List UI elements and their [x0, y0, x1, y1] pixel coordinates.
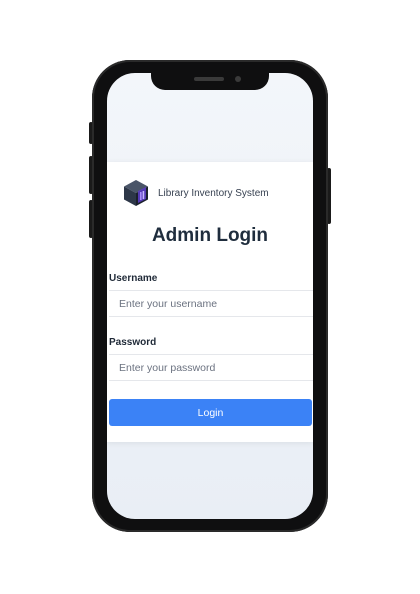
username-input[interactable]: [109, 290, 313, 317]
password-input[interactable]: [109, 354, 313, 381]
app-name: Library Inventory System: [158, 187, 269, 199]
phone-screen: Library Inventory System Admin Login Use…: [107, 73, 313, 519]
password-label: Password: [109, 337, 157, 348]
cube-logo-icon: [124, 180, 148, 206]
brand: Library Inventory System: [123, 179, 269, 207]
login-button[interactable]: Login: [109, 399, 312, 426]
login-card: Library Inventory System Admin Login Use…: [107, 162, 313, 442]
phone-camera: [235, 76, 241, 82]
phone-speaker: [194, 77, 224, 81]
page: Library Inventory System Admin Login Use…: [0, 0, 420, 594]
page-title: Admin Login: [151, 225, 269, 246]
username-label: Username: [109, 273, 158, 284]
